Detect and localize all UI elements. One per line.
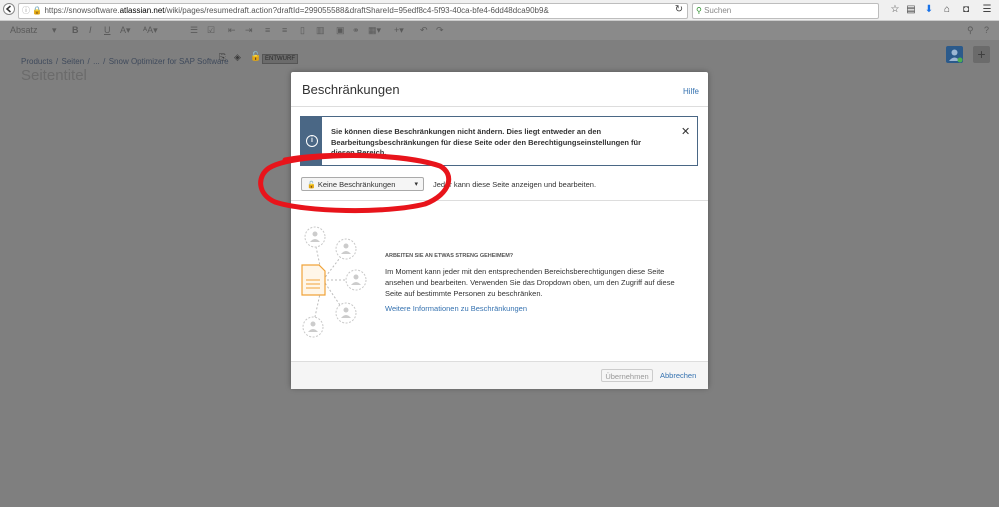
address-bar[interactable]: ⓘ 🔒 https://snowsoftware.atlassian.net/w… bbox=[18, 3, 688, 19]
breadcrumb-separator: / bbox=[103, 57, 106, 66]
restrictions-dialog: Beschränkungen Hilfe i Sie können diese … bbox=[291, 72, 708, 389]
align-center-icon[interactable]: ≡ bbox=[282, 24, 287, 37]
underline-button[interactable]: U bbox=[104, 24, 111, 37]
editor-help-icon[interactable]: ? bbox=[984, 24, 989, 37]
layout-icon[interactable]: ▯ bbox=[300, 24, 305, 37]
dialog-title: Beschränkungen bbox=[302, 82, 400, 97]
text-color-icon[interactable]: A▾ bbox=[120, 24, 131, 37]
cancel-button[interactable]: Abbrechen bbox=[660, 371, 696, 380]
bold-button[interactable]: B bbox=[72, 24, 79, 37]
home-icon[interactable]: ⌂ bbox=[940, 3, 954, 17]
pocket-icon[interactable]: ◘ bbox=[959, 3, 973, 17]
undo-icon[interactable]: ↶ bbox=[420, 24, 428, 37]
page-title[interactable]: Seitentitel bbox=[21, 67, 87, 84]
help-link[interactable]: Hilfe bbox=[683, 87, 699, 96]
url-path: /wiki/pages/resumedraft.action?draftId=2… bbox=[164, 6, 549, 15]
editor-toolbar: Absatz ▾ B I U A▾ ᴬA▾ ☰ ☑ ⇤ ⇥ ≡ ≡ ▯ ▥ ▣ … bbox=[0, 21, 999, 41]
menu-icon[interactable]: ☰ bbox=[980, 3, 994, 17]
bookmarks-icon[interactable]: ▤ bbox=[904, 3, 918, 17]
annotation-circle bbox=[255, 152, 455, 214]
more-info-link[interactable]: Weitere Informationen zu Beschränkungen bbox=[385, 304, 527, 313]
breadcrumb: Products / Seiten / ... / Snow Optimizer… bbox=[21, 53, 229, 67]
table-layout-icon[interactable]: ▥ bbox=[316, 24, 325, 37]
lock-icon: 🔒 bbox=[32, 6, 43, 15]
draft-badge: ENTWURF bbox=[262, 54, 298, 64]
font-format-icon[interactable]: ᴬA▾ bbox=[143, 24, 158, 37]
breadcrumb-item-snow-optimizer[interactable]: Snow Optimizer for SAP Software bbox=[109, 57, 229, 66]
bullet-list-icon[interactable]: ☰ bbox=[190, 24, 198, 37]
reload-icon[interactable]: ↻ bbox=[672, 3, 686, 17]
breadcrumb-item-products[interactable]: Products bbox=[21, 57, 53, 66]
outdent-icon[interactable]: ⇤ bbox=[228, 24, 236, 37]
lock-icon[interactable]: 🔓 bbox=[250, 51, 261, 62]
breadcrumb-item-seiten[interactable]: Seiten bbox=[62, 57, 85, 66]
link-icon[interactable]: ⚭ bbox=[352, 24, 360, 37]
search-input[interactable]: ⚲ Suchen bbox=[692, 3, 879, 19]
image-icon[interactable]: ▣ bbox=[336, 24, 345, 37]
url-host: atlassian.net bbox=[119, 6, 165, 15]
close-icon[interactable]: ✕ bbox=[681, 125, 690, 138]
paragraph-style-select[interactable]: Absatz bbox=[10, 24, 38, 37]
page-tree-icon[interactable]: ⎘ bbox=[219, 52, 226, 63]
avatar[interactable] bbox=[946, 46, 963, 63]
star-icon[interactable]: ☆ bbox=[888, 3, 902, 17]
redo-icon[interactable]: ↷ bbox=[436, 24, 444, 37]
back-icon[interactable] bbox=[2, 3, 16, 20]
search-placeholder: Suchen bbox=[704, 6, 732, 15]
restrictions-illustration bbox=[299, 222, 374, 342]
table-icon[interactable]: ▦▾ bbox=[368, 24, 381, 37]
info-icon: i bbox=[306, 135, 318, 147]
apply-button[interactable]: Übernehmen bbox=[601, 369, 653, 382]
restriction-description: Jeder kann diese Seite anzeigen und bear… bbox=[433, 180, 597, 189]
dialog-footer: Übernehmen Abbrechen bbox=[291, 361, 708, 389]
align-left-icon[interactable]: ≡ bbox=[265, 24, 270, 37]
italic-button[interactable]: I bbox=[89, 24, 92, 37]
label-icon[interactable]: ◈ bbox=[234, 52, 241, 63]
indent-icon[interactable]: ⇥ bbox=[245, 24, 253, 37]
url-prefix: https://snowsoftware. bbox=[44, 6, 120, 15]
insert-icon[interactable]: +▾ bbox=[394, 24, 404, 37]
browser-toolbar: ⓘ 🔒 https://snowsoftware.atlassian.net/w… bbox=[0, 0, 999, 21]
breadcrumb-item-ellipsis[interactable]: ... bbox=[93, 57, 100, 66]
download-icon[interactable]: ⬇ bbox=[922, 3, 936, 17]
search-icon[interactable]: ⚲ bbox=[967, 24, 974, 37]
chevron-down-icon: ▾ bbox=[52, 25, 57, 35]
promo-body: Im Moment kann jeder mit den entsprechen… bbox=[385, 267, 675, 298]
dialog-header: Beschränkungen Hilfe bbox=[291, 72, 708, 107]
promo-heading: ARBEITEN SIE AN ETWAS STRENG GEHEIMEM? bbox=[385, 253, 514, 259]
info-icon[interactable]: ⓘ bbox=[19, 6, 30, 15]
task-list-icon[interactable]: ☑ bbox=[207, 24, 215, 37]
document-icon bbox=[301, 264, 326, 296]
search-icon: ⚲ bbox=[696, 6, 702, 15]
breadcrumb-separator: / bbox=[87, 57, 90, 66]
breadcrumb-separator: / bbox=[55, 57, 59, 66]
add-button[interactable]: + bbox=[973, 46, 990, 63]
